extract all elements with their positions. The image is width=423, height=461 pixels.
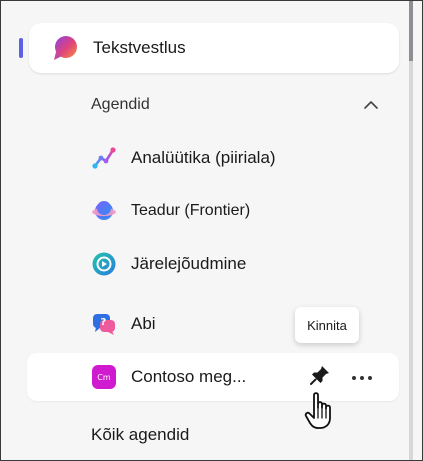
help-chat-icon: ? — [91, 311, 117, 337]
agent-item-label: Teadur (Frontier) — [131, 202, 251, 219]
sidebar-panel: Tekstvestlus Agendid Analüütika (piirial… — [0, 0, 423, 461]
active-indicator — [19, 38, 23, 58]
more-options-icon — [351, 368, 373, 386]
nav-item-chat-label: Tekstvestlus — [93, 38, 186, 57]
researcher-icon — [91, 198, 117, 224]
analytics-icon — [91, 145, 117, 171]
catch-up-icon — [91, 251, 117, 277]
all-agents-link[interactable]: Kõik agendid — [91, 425, 189, 445]
scrollbar-thumb[interactable] — [409, 1, 413, 61]
agent-item-label: Järelejõudmine — [131, 254, 247, 273]
agent-item-label: Contoso meg... — [131, 367, 247, 386]
agents-section-label: Agendid — [91, 96, 150, 113]
pin-tooltip: Kinnita — [295, 307, 359, 343]
agent-item-contoso[interactable]: Cm Contoso meg... — [91, 364, 246, 390]
agent-item-analytics[interactable]: Analüütika (piiriala) — [91, 145, 276, 171]
agent-item-label: Analüütika (piiriala) — [131, 148, 276, 167]
agent-item-catch-up[interactable]: Järelejõudmine — [91, 251, 246, 277]
svg-text:?: ? — [101, 317, 107, 328]
hand-cursor-icon — [304, 391, 340, 431]
pin-button[interactable] — [306, 363, 334, 391]
more-options-button[interactable] — [348, 363, 376, 391]
pin-icon — [309, 364, 331, 391]
agent-item-researcher[interactable]: Teadur (Frontier) — [91, 198, 250, 224]
svg-text:Cm: Cm — [97, 373, 111, 382]
contoso-agent-icon: Cm — [91, 364, 117, 390]
chevron-up-icon[interactable] — [361, 95, 381, 115]
agent-item-help[interactable]: ? Abi — [91, 311, 156, 337]
scrollbar-track[interactable] — [409, 1, 413, 460]
chat-bubble-icon — [51, 34, 79, 62]
nav-item-chat[interactable]: Tekstvestlus — [29, 23, 399, 73]
agents-section-header[interactable]: Agendid — [91, 93, 381, 117]
agent-item-label: Abi — [131, 314, 156, 333]
